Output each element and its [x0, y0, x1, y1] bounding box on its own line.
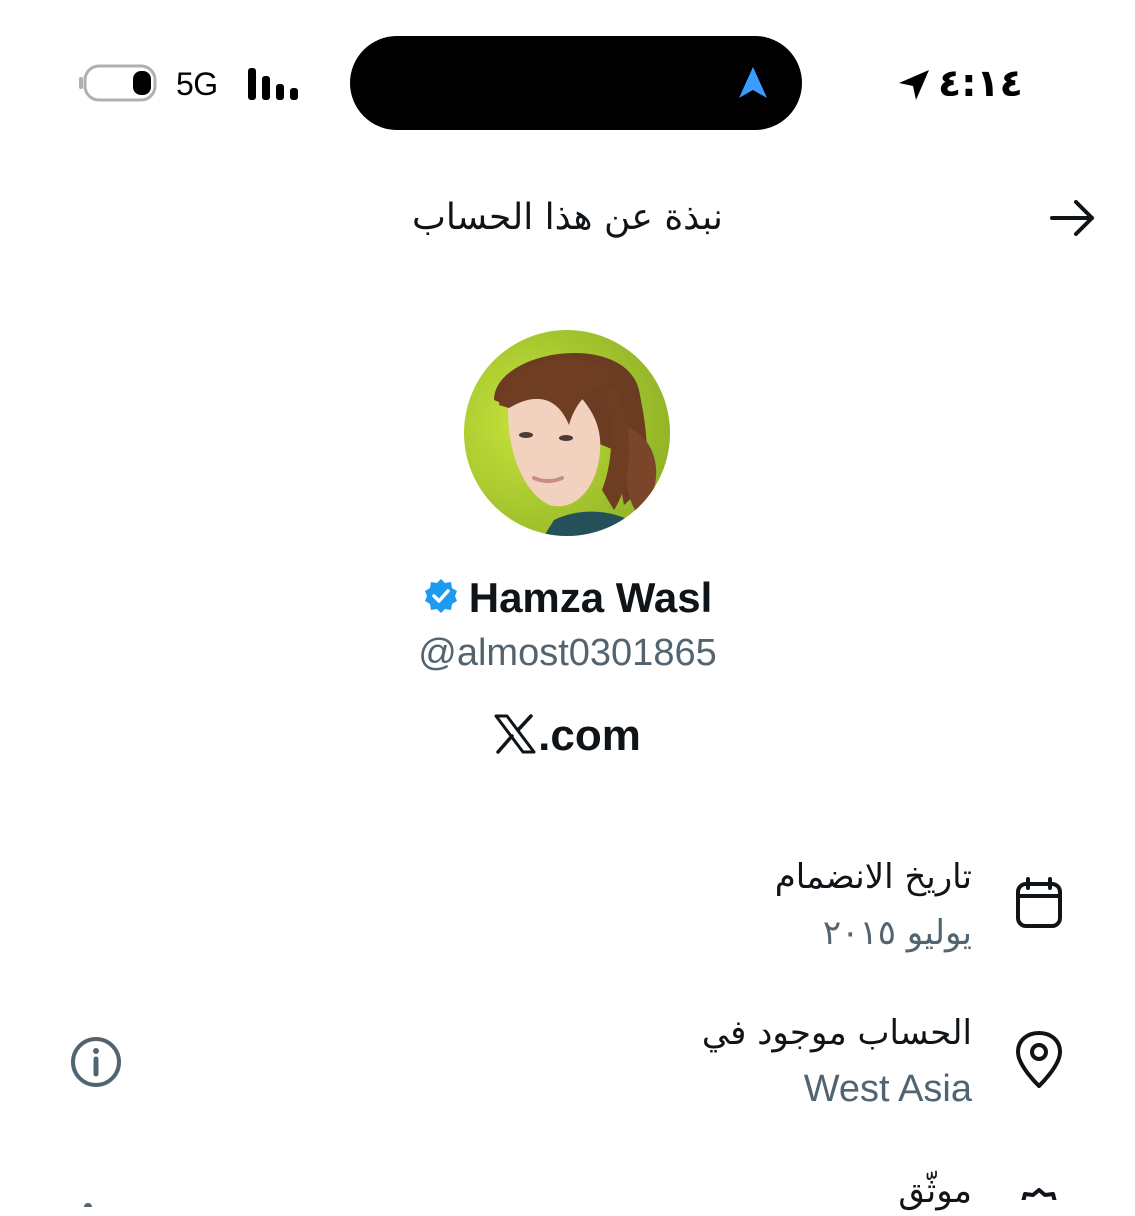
navigation-arrow-icon [734, 64, 772, 102]
location-arrow-icon [895, 66, 933, 104]
x-logo-icon [494, 714, 538, 758]
location-title: الحساب موجود في [701, 1013, 972, 1053]
location-value: West Asia [803, 1068, 972, 1110]
display-name: Hamza Wasl [468, 574, 713, 621]
avatar[interactable] [464, 330, 670, 536]
joined-title: تاريخ الانضمام [774, 857, 972, 897]
page-title: نبذة عن هذا الحساب [412, 197, 723, 238]
joined-date: يوليو ٢٠١٥ [822, 913, 972, 953]
partial-info-icon [80, 1192, 96, 1211]
brand-domain: .com [380, 706, 755, 766]
user-handle: @almost0301865 [418, 632, 717, 674]
brand-domain-suffix: .com [538, 711, 641, 760]
calendar-icon [1012, 876, 1066, 930]
network-type-label: 5G [176, 66, 218, 102]
verified-title: موثّق [898, 1171, 972, 1211]
status-time: ٤:١٤ [938, 61, 1023, 105]
signal-bars-icon [246, 66, 304, 102]
location-pin-icon [1012, 1030, 1066, 1090]
battery-icon [78, 64, 158, 102]
info-icon[interactable] [68, 1034, 124, 1090]
verified-badge-icon [423, 578, 459, 618]
verified-row-icon [1012, 1186, 1066, 1200]
name-row: Hamza Wasl [280, 570, 855, 626]
arrow-right-icon[interactable] [1048, 196, 1098, 240]
